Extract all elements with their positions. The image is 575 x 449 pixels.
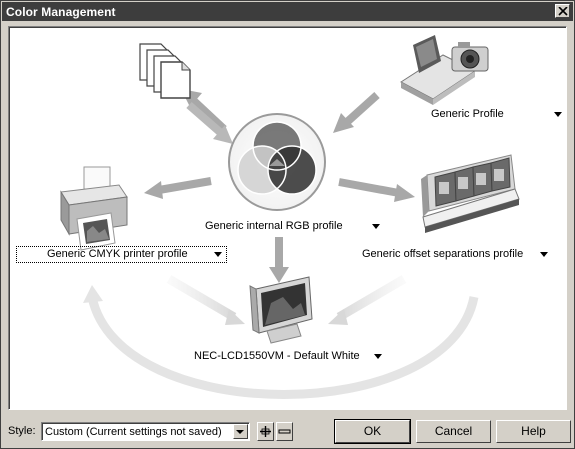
scanner-camera-icon	[400, 35, 489, 105]
cancel-button[interactable]: Cancel	[416, 420, 491, 443]
help-button[interactable]: Help	[496, 420, 571, 443]
delete-style-button[interactable]	[276, 422, 293, 441]
scanner-profile-label: Generic Profile	[431, 108, 504, 120]
color-management-dialog: Color Management Generic Profile Generic…	[0, 0, 575, 449]
cmyk-printer-profile-select[interactable]: Generic CMYK printer profile	[16, 246, 227, 263]
monitor-profile-label: NEC-LCD1550VM - Default White	[194, 350, 360, 362]
close-button[interactable]	[555, 4, 570, 18]
title-bar[interactable]: Color Management	[2, 2, 573, 21]
minus-icon	[278, 429, 291, 434]
style-label: Style:	[8, 425, 36, 437]
monitor-dropdown-icon[interactable]	[374, 354, 382, 359]
separations-profile-label: Generic offset separations profile	[362, 248, 524, 260]
offset-press-icon	[421, 154, 520, 233]
monitor-icon	[249, 276, 313, 344]
rgb-color-wheel-icon	[228, 113, 326, 211]
desktop-printer-icon	[60, 166, 128, 251]
style-combo-value: Custom (Current settings not saved)	[45, 426, 222, 438]
separations-dropdown-icon[interactable]	[540, 252, 548, 257]
plus-icon	[260, 426, 271, 437]
cmyk-printer-profile-label: Generic CMYK printer profile	[47, 248, 188, 260]
dialog-title: Color Management	[6, 5, 116, 19]
color-workflow-diagram: Generic Profile Generic internal RGB pro…	[8, 26, 567, 410]
dialog-footer: Style: Custom (Current settings not save…	[2, 413, 573, 447]
chevron-down-icon	[236, 430, 244, 434]
add-style-button[interactable]	[257, 422, 274, 441]
style-combo[interactable]: Custom (Current settings not saved)	[41, 422, 250, 441]
ok-button[interactable]: OK	[334, 419, 411, 444]
documents-icon	[139, 43, 191, 99]
internal-rgb-dropdown-icon[interactable]	[372, 224, 380, 229]
cmyk-dropdown-icon	[214, 252, 222, 257]
style-combo-button[interactable]	[233, 424, 248, 439]
close-icon	[558, 7, 568, 16]
internal-rgb-profile-label: Generic internal RGB profile	[205, 220, 343, 232]
scanner-profile-dropdown-icon[interactable]	[554, 112, 562, 117]
